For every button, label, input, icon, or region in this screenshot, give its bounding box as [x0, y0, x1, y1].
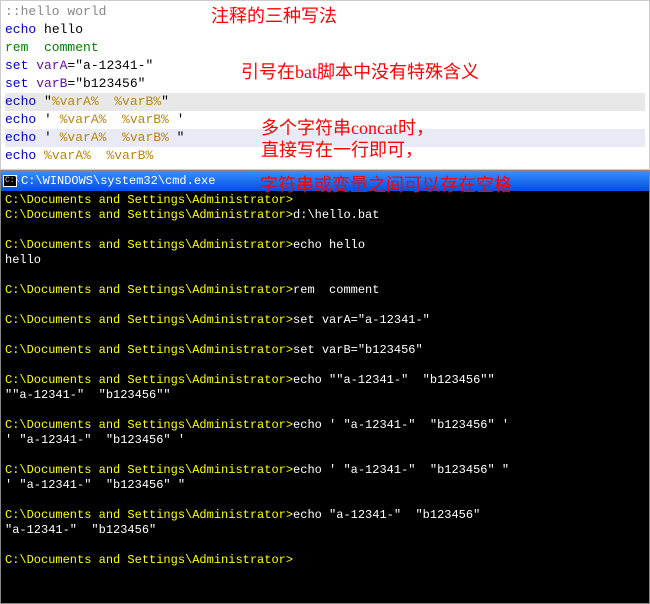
terminal-line	[5, 538, 645, 553]
terminal-line: C:\Documents and Settings\Administrator>…	[5, 208, 645, 223]
code-line[interactable]: echo "%varA% %varB%"	[5, 93, 645, 111]
code-token: %varB%	[106, 148, 153, 163]
terminal-line	[5, 298, 645, 313]
terminal-command: echo "a-12341-" "b123456"	[293, 508, 480, 522]
code-token: '	[36, 130, 59, 145]
terminal-command: echo ""a-12341-" "b123456""	[293, 373, 495, 387]
terminal-line: C:\Documents and Settings\Administrator>…	[5, 508, 645, 523]
code-token: %varA%	[44, 148, 91, 163]
terminal-prompt: C:\Documents and Settings\Administrator>	[5, 553, 293, 567]
code-token: %varB%	[122, 130, 169, 145]
terminal-window: C:\ C:\WINDOWS\system32\cmd.exe C:\Docum…	[0, 170, 650, 604]
terminal-line: ' "a-12341-" "b123456" '	[5, 433, 645, 448]
terminal-prompt: C:\Documents and Settings\Administrator>	[5, 208, 293, 222]
terminal-command: set varB="b123456"	[293, 343, 423, 357]
code-line[interactable]: rem comment	[5, 39, 645, 57]
code-token: "	[169, 130, 185, 145]
code-token: '	[36, 112, 59, 127]
code-token: "b123456"	[75, 76, 145, 91]
code-token: '	[169, 112, 185, 127]
code-token: "	[36, 94, 52, 109]
annotation-concat-2: 直接写在一行即可，	[261, 141, 423, 159]
terminal-line: "a-12341-" "b123456"	[5, 523, 645, 538]
terminal-prompt: C:\Documents and Settings\Administrator>	[5, 373, 293, 387]
terminal-prompt: C:\Documents and Settings\Administrator>	[5, 238, 293, 252]
annotation-quotes: 引号在bat脚本中没有特殊含义	[241, 63, 479, 81]
code-token	[106, 130, 122, 145]
terminal-command: rem comment	[293, 283, 379, 297]
terminal-prompt: C:\Documents and Settings\Administrator>	[5, 283, 293, 297]
code-token: echo	[5, 22, 36, 37]
code-token: comment	[28, 40, 98, 55]
annotation-comment-styles: 注释的三种写法	[211, 7, 337, 25]
terminal-line	[5, 493, 645, 508]
terminal-output[interactable]: C:\Documents and Settings\Administrator>…	[1, 191, 649, 603]
code-token	[91, 148, 107, 163]
terminal-line: C:\Documents and Settings\Administrator>…	[5, 418, 645, 433]
terminal-line	[5, 448, 645, 463]
code-token: "	[161, 94, 169, 109]
code-token: set	[5, 58, 28, 73]
terminal-prompt: C:\Documents and Settings\Administrator>	[5, 193, 293, 207]
code-token: echo	[5, 148, 36, 163]
terminal-command: d:\hello.bat	[293, 208, 379, 222]
terminal-command: set varA="a-12341-"	[293, 313, 430, 327]
annotation-concat-3: 字符串或变量之间可以存在空格	[260, 171, 512, 197]
code-editor[interactable]: ::hello worldecho hellorem commentset va…	[0, 0, 650, 170]
code-token: %varA%	[60, 130, 107, 145]
code-token: rem	[5, 40, 28, 55]
terminal-prompt: C:\Documents and Settings\Administrator>	[5, 343, 293, 357]
code-token: %varB%	[122, 112, 169, 127]
code-token: ::hello world	[5, 4, 106, 19]
code-token: %varA%	[52, 94, 99, 109]
terminal-prompt: C:\Documents and Settings\Administrator>	[5, 418, 293, 432]
terminal-line: C:\Documents and Settings\Administrator>…	[5, 283, 645, 298]
code-token	[36, 148, 44, 163]
terminal-line: C:\Documents and Settings\Administrator>…	[5, 373, 645, 388]
terminal-command: echo ' "a-12341-" "b123456" "	[293, 463, 509, 477]
terminal-line: C:\Documents and Settings\Administrator>…	[5, 463, 645, 478]
terminal-line: hello	[5, 253, 645, 268]
code-token: echo	[5, 112, 36, 127]
code-token: echo	[5, 130, 36, 145]
code-token: varA	[28, 58, 67, 73]
terminal-line: C:\Documents and Settings\Administrator>…	[5, 238, 645, 253]
annotation-concat-1: 多个字符串concat时，	[261, 119, 434, 137]
terminal-line	[5, 268, 645, 283]
terminal-line: ""a-12341-" "b123456""	[5, 388, 645, 403]
terminal-line	[5, 403, 645, 418]
code-token: hello	[36, 22, 83, 37]
terminal-title: C:\WINDOWS\system32\cmd.exe	[21, 171, 215, 191]
terminal-prompt: C:\Documents and Settings\Administrator>	[5, 313, 293, 327]
terminal-command: echo ' "a-12341-" "b123456" '	[293, 418, 509, 432]
terminal-line	[5, 223, 645, 238]
terminal-line: C:\Documents and Settings\Administrator>…	[5, 313, 645, 328]
terminal-prompt: C:\Documents and Settings\Administrator>	[5, 463, 293, 477]
terminal-line: ' "a-12341-" "b123456" "	[5, 478, 645, 493]
code-token	[99, 94, 115, 109]
terminal-line	[5, 328, 645, 343]
terminal-line: C:\Documents and Settings\Administrator>	[5, 553, 645, 568]
code-token: %varB%	[114, 94, 161, 109]
code-token	[106, 112, 122, 127]
code-token: echo	[5, 94, 36, 109]
terminal-prompt: C:\Documents and Settings\Administrator>	[5, 508, 293, 522]
code-token: set	[5, 76, 28, 91]
code-token: %varA%	[60, 112, 107, 127]
cmd-icon: C:\	[3, 175, 17, 187]
terminal-line	[5, 358, 645, 373]
terminal-line: C:\Documents and Settings\Administrator>…	[5, 343, 645, 358]
code-token: "a-12341-"	[75, 58, 153, 73]
terminal-command: echo hello	[293, 238, 365, 252]
code-token: varB	[28, 76, 67, 91]
